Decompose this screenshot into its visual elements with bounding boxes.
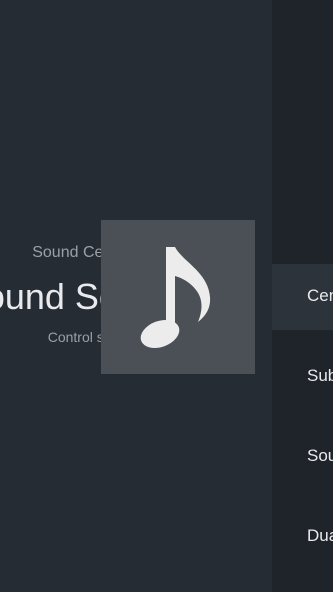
guidance-pane: Sound Center Control Sound Setting Contr… bbox=[0, 0, 272, 592]
menu-item-label: Subwoofer bbox=[307, 366, 333, 385]
menu-item-dual[interactable]: Dual bbox=[272, 504, 333, 570]
menu-item-label: Dual bbox=[307, 526, 333, 545]
settings-screen: Sound Center Control Sound Setting Contr… bbox=[0, 0, 333, 592]
menu-item-sound[interactable]: Sound bbox=[272, 424, 333, 490]
music-note-icon bbox=[140, 247, 211, 349]
settings-icon-tile bbox=[101, 220, 255, 374]
menu-item-center[interactable]: Center bbox=[272, 264, 333, 330]
menu-item-label: Sound bbox=[307, 446, 333, 465]
menu-item-subwoofer[interactable]: Subwoofer bbox=[272, 344, 333, 410]
menu-item-label: Center bbox=[307, 286, 333, 305]
